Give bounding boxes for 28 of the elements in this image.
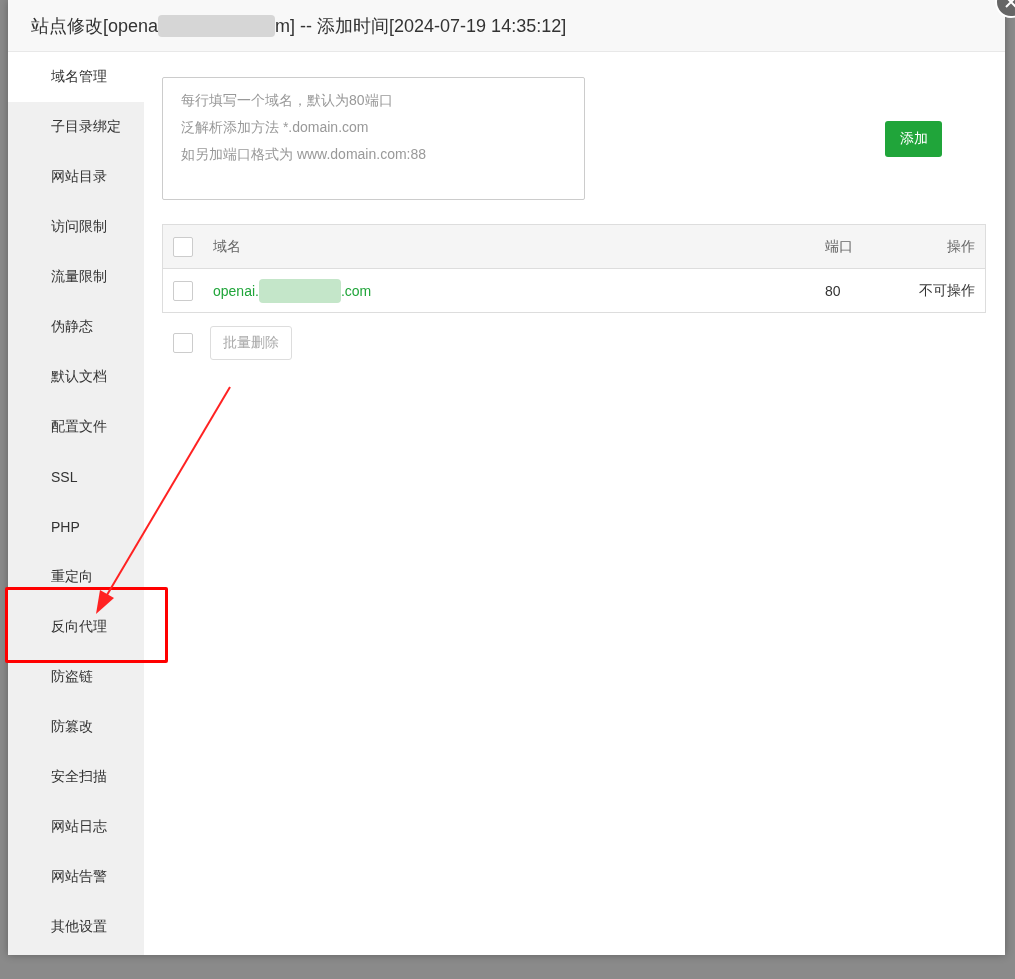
- sidebar-item[interactable]: SSL: [8, 452, 144, 502]
- sidebar-item[interactable]: 配置文件: [8, 402, 144, 452]
- sidebar-item[interactable]: 子目录绑定: [8, 102, 144, 152]
- row-checkbox[interactable]: [173, 280, 193, 301]
- column-header: 端口: [825, 237, 854, 256]
- sidebar-item[interactable]: 防盗链: [8, 652, 144, 702]
- sidebar-item[interactable]: PHP: [8, 502, 144, 552]
- column-header: 域名: [213, 237, 242, 256]
- sidebar-item[interactable]: 网站日志: [8, 802, 144, 852]
- dialog-title: m] -- 添加时间[2024-07-19 14:35:12]: [275, 14, 567, 38]
- sidebar-item[interactable]: 默认文档: [8, 352, 144, 402]
- select-checkbox[interactable]: [173, 333, 193, 353]
- sidebar-item[interactable]: 其他设置: [8, 902, 144, 952]
- column-header: 操作: [946, 237, 975, 256]
- sidebar-item[interactable]: 网站告警: [8, 852, 144, 902]
- sidebar-item[interactable]: 伪静态: [8, 302, 144, 352]
- sidebar-item[interactable]: 域名管理: [8, 52, 144, 102]
- sidebar-item[interactable]: 反向代理: [8, 602, 144, 652]
- select-all-checkbox[interactable]: [173, 236, 193, 257]
- sidebar-item[interactable]: 网站目录: [8, 152, 144, 202]
- sidebar-item[interactable]: 重定向: [8, 552, 144, 602]
- sidebar-item[interactable]: 防篡改: [8, 702, 144, 752]
- table-cell-text: 80: [825, 282, 842, 299]
- table-cell-text: 不可操作: [918, 281, 975, 300]
- dialog-title: 站点修改[opena: [31, 14, 159, 38]
- sidebar-item[interactable]: 访问限制: [8, 202, 144, 252]
- sidebar-item[interactable]: 流量限制: [8, 252, 144, 302]
- sidebar-item[interactable]: 安全扫描: [8, 752, 144, 802]
